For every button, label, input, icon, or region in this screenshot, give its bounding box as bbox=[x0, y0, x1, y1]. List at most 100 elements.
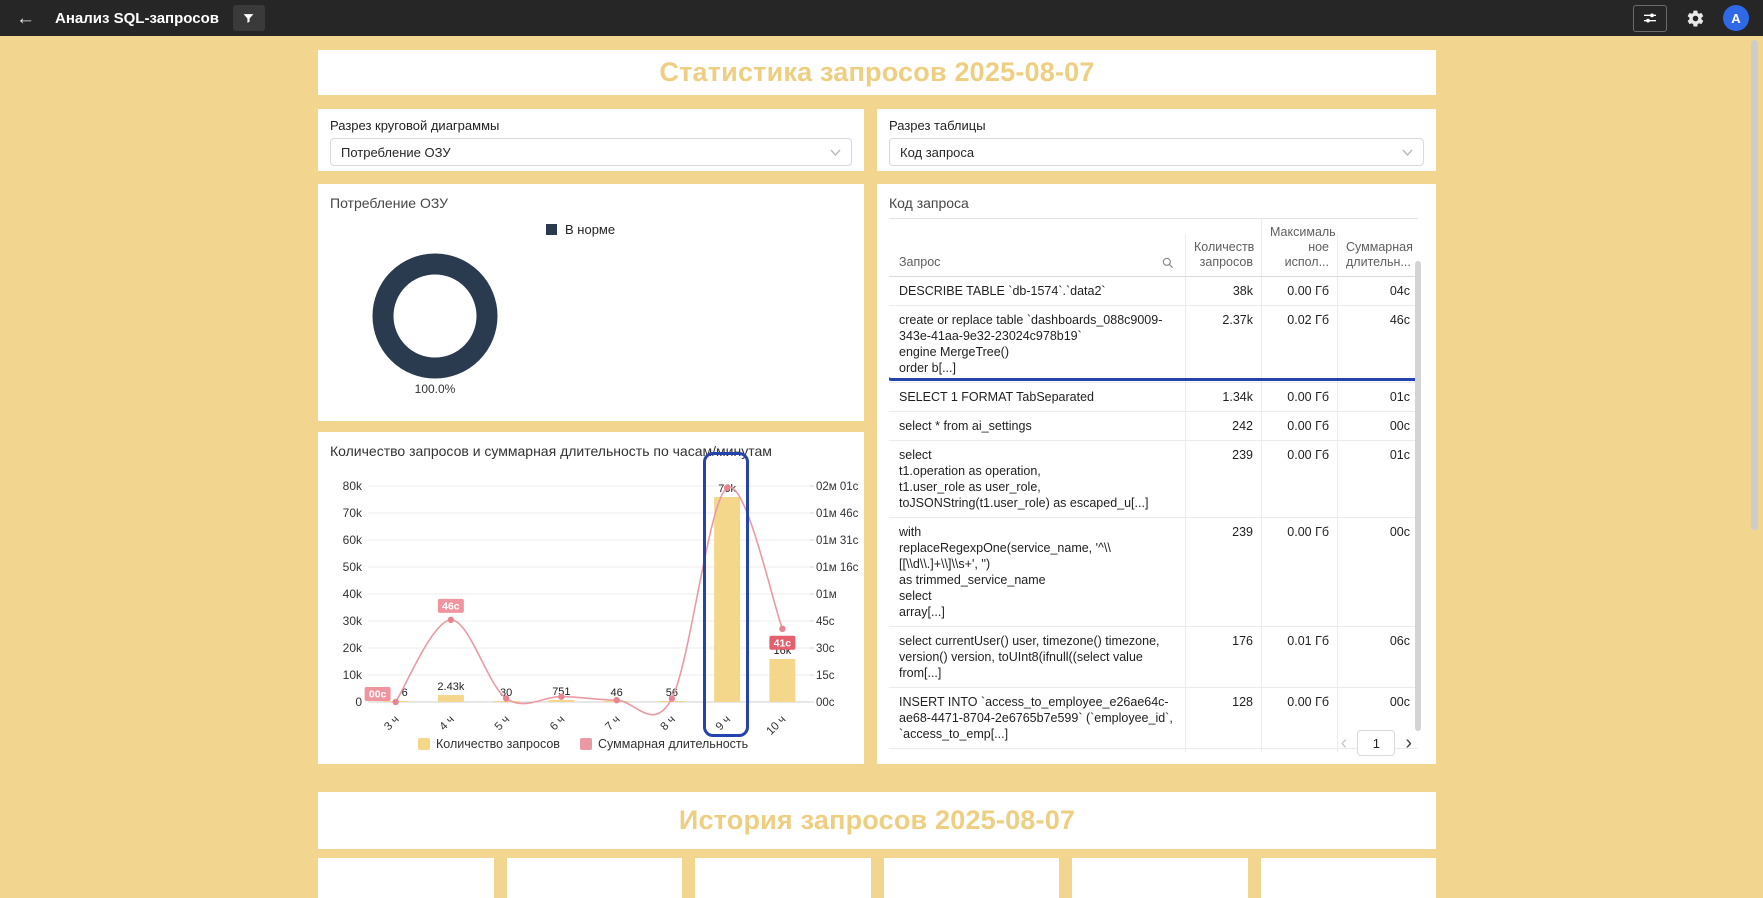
left-axis-label: 80k bbox=[343, 479, 363, 493]
right-axis-label: 02м 01c bbox=[816, 481, 859, 493]
right-axis-label: 15c bbox=[816, 670, 835, 682]
prev-page-button[interactable]: ‹ bbox=[1341, 733, 1348, 753]
chart-point[interactable] bbox=[613, 697, 619, 703]
column-header-query[interactable]: Запрос bbox=[889, 249, 1185, 276]
table-selector-value: Код запроса bbox=[900, 145, 1402, 160]
line-value-badge: 41c bbox=[769, 636, 795, 650]
page-number-input[interactable] bbox=[1357, 730, 1395, 756]
filter-button[interactable] bbox=[233, 5, 265, 31]
settings-button[interactable] bbox=[1685, 8, 1705, 28]
display-settings-button[interactable] bbox=[1633, 5, 1667, 32]
right-axis-label: 01м 46c bbox=[816, 508, 859, 520]
column-header-count[interactable]: Количеств запросов bbox=[1185, 234, 1261, 276]
legend-label: Суммарная длительность bbox=[598, 737, 748, 751]
x-axis-label: 3 ч bbox=[382, 714, 402, 734]
x-axis-label: 7 ч bbox=[603, 714, 623, 734]
chevron-down-icon bbox=[1402, 149, 1413, 156]
gear-icon bbox=[1686, 9, 1705, 28]
next-page-button[interactable]: › bbox=[1405, 733, 1412, 753]
query-cell: DESCRIBE TABLE `db-1574`.`data2` bbox=[889, 277, 1185, 305]
query-table-title: Код запроса bbox=[889, 195, 969, 211]
chart-bar[interactable] bbox=[714, 497, 740, 702]
table-row[interactable]: create or replace table `dashboards_088c… bbox=[889, 306, 1418, 383]
history-panel-placeholder bbox=[1261, 858, 1437, 898]
table-selector-dropdown[interactable]: Код запроса bbox=[889, 138, 1424, 166]
pie-selector-label: Разрез круговой диаграммы bbox=[330, 118, 499, 133]
avatar[interactable]: A bbox=[1723, 5, 1749, 31]
combo-chart-panel: Количество запросов и суммарная длительн… bbox=[318, 432, 864, 764]
duration-cell: 06c bbox=[1337, 627, 1418, 687]
pie-selector-dropdown[interactable]: Потребление ОЗУ bbox=[330, 138, 852, 166]
history-title: История запросов 2025-08-07 bbox=[679, 805, 1075, 836]
chart-legend[interactable]: Количество запросовСуммарная длительност… bbox=[418, 737, 748, 751]
combo-chart-title: Количество запросов и суммарная длительн… bbox=[330, 443, 772, 459]
donut-panel: Потребление ОЗУ В норме 100.0% bbox=[318, 184, 864, 421]
donut-legend-label: В норме bbox=[565, 222, 615, 237]
right-axis-label: 30c bbox=[816, 643, 835, 655]
line-value-label: 41c bbox=[774, 637, 792, 649]
table-row[interactable]: INSERT INTO `access_to_employee` (`emplo… bbox=[889, 749, 1418, 752]
table-row[interactable]: select * from ai_settings2420.00 Гб00c bbox=[889, 412, 1418, 441]
chart-point[interactable] bbox=[448, 617, 454, 623]
query-cell: select * from ai_settings bbox=[889, 412, 1185, 440]
count-cell: 242 bbox=[1185, 412, 1261, 440]
duration-cell: 00c bbox=[1337, 518, 1418, 626]
count-cell: 38k bbox=[1185, 277, 1261, 305]
chart-point[interactable] bbox=[724, 485, 730, 491]
right-axis-label: 00c bbox=[816, 697, 835, 709]
count-cell: 128 bbox=[1185, 749, 1261, 752]
memory-cell: 0.01 Гб bbox=[1261, 627, 1337, 687]
right-axis-label: 45c bbox=[816, 616, 835, 628]
query-table: Запрос Количеств запросов Максималь ное … bbox=[889, 218, 1418, 752]
chart-point[interactable] bbox=[392, 699, 398, 705]
history-panels-row bbox=[318, 858, 1436, 898]
memory-cell: 0.02 Гб bbox=[1261, 306, 1337, 382]
x-axis-label: 8 ч bbox=[658, 714, 678, 734]
query-cell: INSERT INTO `access_to_employee_e26ae64c… bbox=[889, 688, 1185, 748]
chart-point[interactable] bbox=[779, 626, 785, 632]
column-header-duration[interactable]: Суммарная длительн... bbox=[1337, 234, 1418, 276]
count-cell: 176 bbox=[1185, 627, 1261, 687]
memory-cell: 0.00 Гб bbox=[1261, 518, 1337, 626]
table-selector-label: Разрез таблицы bbox=[889, 118, 986, 133]
memory-cell: 0.00 Гб bbox=[1261, 688, 1337, 748]
chart-bar[interactable] bbox=[438, 695, 464, 702]
chart-point[interactable] bbox=[558, 693, 564, 699]
query-cell: INSERT INTO `access_to_employee` (`emplo… bbox=[889, 749, 1185, 752]
donut-legend-item[interactable]: В норме bbox=[546, 222, 615, 237]
count-cell: 239 bbox=[1185, 441, 1261, 517]
query-cell: create or replace table `dashboards_088c… bbox=[889, 306, 1185, 382]
back-arrow-icon[interactable]: ← bbox=[16, 9, 35, 28]
memory-cell: 0.00 Гб bbox=[1261, 383, 1337, 411]
search-icon[interactable] bbox=[1161, 256, 1175, 270]
left-axis-label: 0 bbox=[355, 695, 362, 709]
table-scrollbar[interactable] bbox=[1415, 261, 1421, 731]
table-row[interactable]: DESCRIBE TABLE `db-1574`.`data2`38k0.00 … bbox=[889, 277, 1418, 306]
donut-chart[interactable] bbox=[360, 241, 510, 391]
donut-title: Потребление ОЗУ bbox=[330, 195, 448, 211]
table-row[interactable]: INSERT INTO `access_to_employee_e26ae64c… bbox=[889, 688, 1418, 749]
count-cell: 2.37k bbox=[1185, 306, 1261, 382]
count-cell: 239 bbox=[1185, 518, 1261, 626]
table-row[interactable]: select t1.operation as operation, t1.use… bbox=[889, 441, 1418, 518]
memory-cell: 0.00 Гб bbox=[1261, 749, 1337, 752]
page-scrollbar[interactable] bbox=[1751, 40, 1758, 530]
line-value-badge: 00c bbox=[365, 687, 391, 701]
left-axis-label: 30k bbox=[343, 614, 363, 628]
chart-bar[interactable] bbox=[769, 659, 795, 702]
table-row[interactable]: select currentUser() user, timezone() ti… bbox=[889, 627, 1418, 688]
duration-cell: 46c bbox=[1337, 306, 1418, 382]
top-bar: ← Анализ SQL-запросов A bbox=[0, 0, 1763, 36]
count-cell: 128 bbox=[1185, 688, 1261, 748]
table-row[interactable]: with replaceRegexpOne(service_name, '^\\… bbox=[889, 518, 1418, 627]
chart-bar[interactable] bbox=[548, 700, 574, 702]
table-row[interactable]: SELECT 1 FORMAT TabSeparated1.34k0.00 Гб… bbox=[889, 383, 1418, 412]
chart-point[interactable] bbox=[503, 695, 509, 701]
line-value-label: 00c bbox=[369, 689, 387, 701]
chart-point[interactable] bbox=[669, 695, 675, 701]
combo-chart-svg: 000c10k15c20k30c30k45c40k01м50k01м 16c60… bbox=[318, 468, 864, 758]
column-header-memory[interactable]: Максималь ное испол... bbox=[1261, 219, 1337, 276]
history-panel-placeholder bbox=[318, 858, 494, 898]
query-table-panel: Код запроса Запрос Количеств запросов Ма… bbox=[877, 184, 1436, 764]
right-axis-label: 01м bbox=[816, 589, 837, 601]
